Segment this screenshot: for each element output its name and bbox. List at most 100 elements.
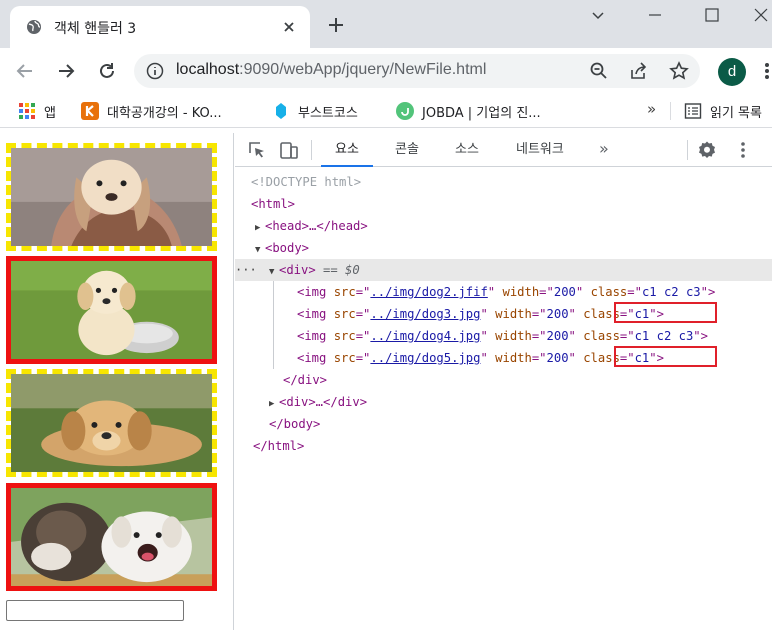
collapse-triangle-icon[interactable]: ▼ [269,261,279,283]
globe-icon [27,20,41,34]
div-open-tag: <div> [279,263,316,277]
device-toolbar-icon[interactable] [279,140,299,160]
bookmark-apps[interactable]: 앱 [18,100,56,122]
dom-node-html[interactable]: <html> [235,193,772,215]
bookmark-label: JOBDA | 기업의 진... [422,105,541,121]
bookmark-kocw[interactable]: 대학공개강의 - KO... [81,100,222,122]
close-window-icon[interactable] [752,6,770,24]
dom-node-body[interactable]: ▼ <body> [235,237,772,259]
new-tab-plus-icon[interactable] [325,14,347,36]
bookmark-boostcourse[interactable]: 부스트코스 [272,100,358,122]
img-width-value: 200 [553,285,576,299]
doctype-text: <!DOCTYPE html> [251,175,362,189]
console-reference-label: == $0 [323,263,360,277]
devtools-menu-icon[interactable] [733,140,753,160]
dog-image-3[interactable] [6,369,217,477]
expand-triangle-icon[interactable]: ▶ [269,393,279,415]
img-class-value: c1 c2 c3 [641,285,701,299]
address-bar[interactable]: localhost:9090/webApp/jquery/NewFile.htm… [134,54,700,88]
bookmark-jobda[interactable]: JOBDA | 기업의 진... [396,100,541,122]
zoom-magnifier-icon[interactable] [589,61,609,81]
dom-tree: <!DOCTYPE html> <html> ▶ <head>…</head> ▼… [235,167,772,630]
img-src-link[interactable]: ../img/dog4.jpg [370,329,480,343]
dom-node-div-close[interactable]: </div> [235,369,772,391]
tab-console[interactable]: 콘솔 [395,133,419,167]
body-open-tag: <body> [265,241,310,255]
browser-menu-icon[interactable] [762,60,772,82]
inspect-element-icon[interactable] [247,140,267,160]
head-collapsed-tag: <head>…</head> [265,219,368,233]
img-class-value: c1 [634,351,650,365]
tab-sources[interactable]: 소스 [455,133,479,167]
dom-node-head[interactable]: ▶ <head>…</head> [235,215,772,237]
dog-image-4[interactable] [6,483,217,591]
dog-image-1[interactable] [6,143,217,251]
back-arrow-icon[interactable] [14,60,36,82]
puppy-on-grass-picture [11,261,212,359]
browser-tab[interactable]: 객체 핸들러 3 [10,6,310,48]
dom-node-html-close[interactable]: </html> [235,435,772,457]
bookmarks-overflow[interactable]: » [647,100,656,118]
dog-blanket-picture [11,148,212,246]
profile-avatar[interactable]: d [718,58,746,86]
dom-node-img-1[interactable]: <img src="../img/dog2.jfif" width="200" … [235,281,772,303]
div-collapsed-tag: <div>…</div> [279,395,368,409]
minimize-icon[interactable] [646,6,664,24]
dom-node-body-close[interactable]: </body> [235,413,772,435]
body-close-tag: </body> [269,417,321,431]
devtools-divider [687,140,688,160]
devtools-panel: 요소 콘솔 소스 네트워크 » <!DOCTYPE html> <html> ▶… [235,133,772,630]
div-close-tag: </div> [283,373,328,387]
dom-node-div-selected[interactable]: ··· ▼ <div> == $0 [235,259,772,281]
collapse-triangle-icon[interactable]: ▼ [255,239,265,261]
bookmark-label: 부스트코스 [298,105,358,121]
img-src-link[interactable]: ../img/dog2.jfif [370,285,487,299]
reading-list-label: 읽기 목록 [710,105,762,121]
img-class-value: c1 [634,307,650,321]
img-width-value: 200 [546,329,569,343]
puppy-lying-picture [11,374,212,472]
reading-list[interactable]: 읽기 목록 [684,100,762,122]
boostcourse-icon [276,103,286,119]
tab-network[interactable]: 네트워크 [516,133,564,167]
devtools-divider [311,140,312,160]
reading-list-icon [684,103,702,119]
bookmarks-bar: 앱 대학공개강의 - KO... 부스트코스 JOBDA | 기업의 진... … [0,94,772,128]
devtools-more-tabs[interactable]: » [599,139,609,158]
url-text[interactable]: localhost:9090/webApp/jquery/NewFile.htm… [176,61,486,79]
dom-node-img-2[interactable]: <img src="../img/dog3.jpg" width="200" c… [235,303,772,325]
close-tab-icon[interactable] [280,18,298,36]
settings-gear-icon[interactable] [697,140,717,160]
devtools-toolbar: 요소 콘솔 소스 네트워크 » [235,133,772,167]
img-width-value: 200 [546,351,569,365]
tab-elements[interactable]: 요소 [321,133,373,167]
browser-tab-strip: 객체 핸들러 3 [0,0,772,48]
bookmark-star-icon[interactable] [669,61,689,81]
forward-arrow-icon[interactable] [55,60,77,82]
page-text-input[interactable] [6,600,184,621]
bookmark-label: 대학공개강의 - KO... [107,105,222,121]
dom-node-div-2[interactable]: ▶ <div>…</div> [235,391,772,413]
apps-grid-icon [19,103,35,119]
node-actions-ellipsis[interactable]: ··· [235,259,257,281]
img-width-value: 200 [546,307,569,321]
img-class-value: c1 c2 c3 [634,329,694,343]
maximize-icon[interactable] [703,6,721,24]
dom-node-img-4[interactable]: <img src="../img/dog5.jpg" width="200" c… [235,347,772,369]
dom-node-doctype[interactable]: <!DOCTYPE html> [235,171,772,193]
site-info-icon[interactable] [146,62,164,80]
expand-triangle-icon[interactable]: ▶ [255,217,265,239]
reload-icon[interactable] [96,60,118,82]
dog-image-2[interactable] [6,256,217,364]
img-src-link[interactable]: ../img/dog5.jpg [370,351,480,365]
url-host: localhost [176,61,240,78]
two-puppies-picture [11,488,212,586]
kocw-icon [81,102,99,120]
tab-search-chevron-icon[interactable] [589,6,607,24]
jobda-icon [396,102,414,120]
share-icon[interactable] [629,61,649,81]
img-src-link[interactable]: ../img/dog3.jpg [370,307,480,321]
url-path: :9090/webApp/jquery/NewFile.html [239,61,487,78]
dom-node-img-3[interactable]: <img src="../img/dog4.jpg" width="200" c… [235,325,772,347]
bookmark-label: 앱 [44,105,56,121]
